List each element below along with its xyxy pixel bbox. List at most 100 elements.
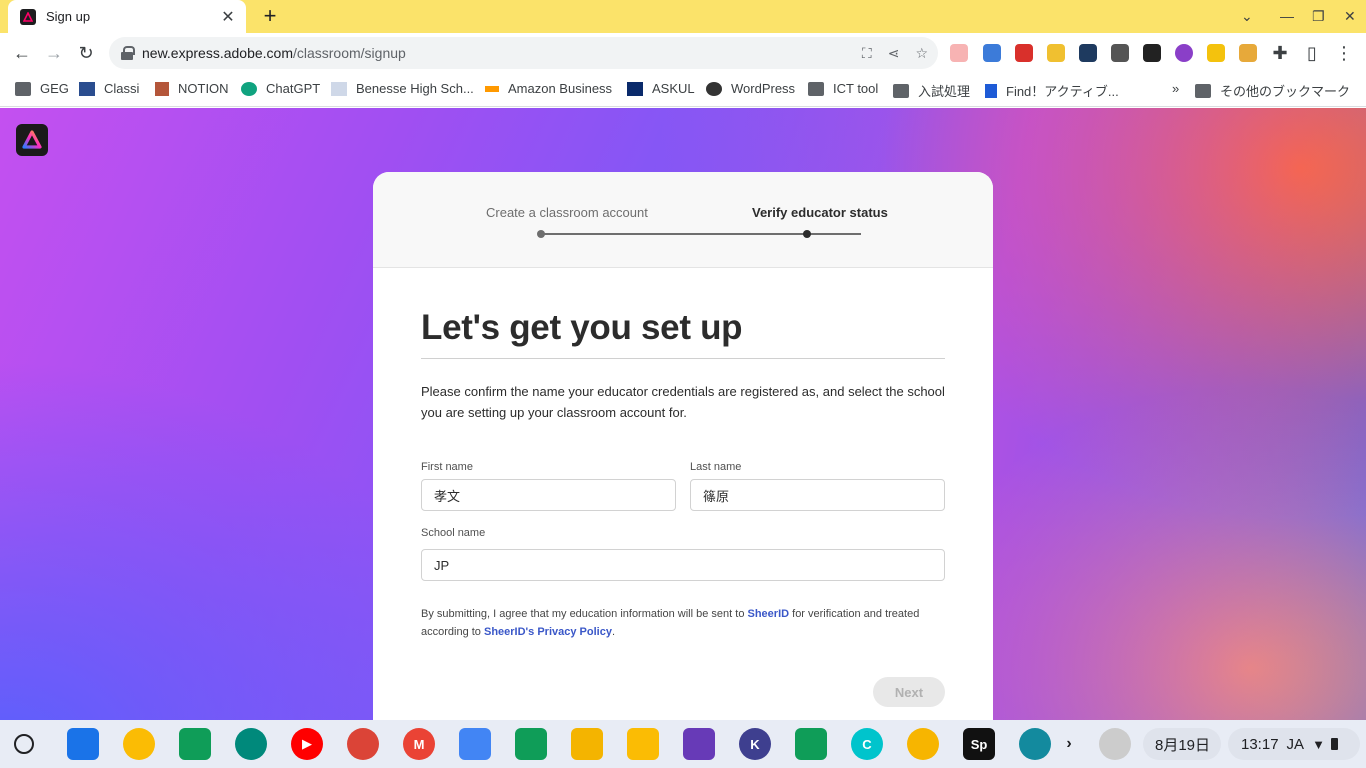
last-name-field[interactable]: 篠原: [690, 479, 945, 511]
bookmark-other[interactable]: その他のブックマーク: [1195, 81, 1350, 100]
google-docs-icon[interactable]: [459, 728, 491, 760]
bookmark-find-active[interactable]: Find！アクティブ...: [985, 81, 1119, 100]
google-chat-icon[interactable]: [795, 728, 827, 760]
extension-6-icon[interactable]: [1111, 44, 1129, 62]
extension-4-icon[interactable]: [1047, 44, 1065, 62]
bookmark-benesse[interactable]: Benesse High Sch...: [331, 81, 474, 96]
window-close-icon[interactable]: ✕: [1344, 8, 1356, 25]
browser-toolbar: ← → ↻ new.express.adobe.com/classroom/si…: [0, 33, 1366, 73]
sheerid-privacy-link[interactable]: SheerID's Privacy Policy: [484, 626, 612, 638]
last-name-label: Last name: [690, 461, 742, 473]
chrome-icon[interactable]: [347, 728, 379, 760]
google-drive-icon[interactable]: [123, 728, 155, 760]
step-2-dot: [803, 230, 811, 238]
google-classroom-icon[interactable]: [179, 728, 211, 760]
gmail-icon[interactable]: M: [403, 728, 435, 760]
menu-kebab-icon[interactable]: ⋮: [1332, 41, 1356, 65]
launcher-icon[interactable]: [14, 734, 34, 754]
lock-icon[interactable]: [121, 46, 135, 60]
os-shelf: ▶ M K C Sp › 8月19日 13:17 JA ▼: [0, 720, 1366, 768]
classi-icon: [79, 81, 95, 96]
google-meet-icon[interactable]: [235, 728, 267, 760]
adobe-express-logo-icon[interactable]: [16, 124, 48, 156]
bookmark-wordpress[interactable]: WordPress: [706, 81, 795, 96]
bookmark-chatgpt[interactable]: ChatGPT: [241, 81, 320, 96]
google-forms-icon[interactable]: [683, 728, 715, 760]
date-pill[interactable]: 8月19日: [1143, 728, 1221, 760]
tab-title: Sign up: [46, 9, 91, 24]
bookmark-amazon-business[interactable]: Amazon Business: [485, 81, 612, 96]
tab-sign-up[interactable]: Sign up ✕: [8, 0, 246, 33]
adobe-express-favicon-icon: [20, 8, 36, 25]
minimize-icon[interactable]: —: [1280, 8, 1294, 24]
jamboard-icon[interactable]: [907, 728, 939, 760]
share-icon[interactable]: ⋖: [888, 45, 900, 62]
bookmark-geg[interactable]: GEG: [15, 81, 69, 96]
shelf-overflow-icon[interactable]: ›: [1059, 728, 1079, 760]
url-host: new.express.adobe.com: [142, 45, 293, 61]
folder-icon: [1195, 83, 1211, 98]
restore-icon[interactable]: ❐: [1312, 8, 1325, 25]
progress-line: [541, 233, 861, 235]
side-panel-icon[interactable]: ▯: [1300, 41, 1324, 65]
reload-icon[interactable]: ↻: [74, 41, 98, 65]
clock-text: 13:17: [1241, 735, 1279, 753]
google-sheets-icon[interactable]: [515, 728, 547, 760]
sheerid-link[interactable]: SheerID: [748, 608, 790, 620]
keep-extension-icon[interactable]: [1207, 44, 1225, 62]
step-create-account: Create a classroom account: [486, 205, 648, 220]
extension-5-icon[interactable]: [1079, 44, 1097, 62]
files-app-icon[interactable]: [67, 728, 99, 760]
kahoot-extension-icon[interactable]: [1175, 44, 1193, 62]
screenshot-thumbnail-icon[interactable]: [1099, 728, 1131, 760]
extension-1-icon[interactable]: [950, 44, 968, 62]
back-icon[interactable]: ←: [10, 41, 34, 65]
bookmark-askul[interactable]: ASKUL: [627, 81, 695, 96]
form-description: Please confirm the name your educator cr…: [421, 384, 945, 420]
youtube-icon[interactable]: ▶: [291, 728, 323, 760]
tab-close-icon[interactable]: ✕: [220, 7, 236, 27]
page-title: Let's get you set up: [421, 308, 945, 359]
legal-notice: By submitting, I agree that my education…: [421, 608, 920, 638]
status-tray[interactable]: 13:17 JA ▼: [1228, 728, 1360, 760]
google-slides-icon[interactable]: [571, 728, 603, 760]
first-name-label: First name: [421, 461, 473, 473]
bookmark-nyushi[interactable]: 入試処理: [893, 81, 970, 100]
benesse-icon: [331, 81, 347, 96]
timer-extension-icon[interactable]: [1239, 44, 1257, 62]
folder-icon: [893, 83, 909, 98]
spark-app-icon[interactable]: Sp: [963, 728, 995, 760]
extension-pen-icon[interactable]: [1015, 44, 1033, 62]
date-text: 8月19日: [1155, 736, 1211, 754]
next-button[interactable]: Next: [873, 677, 945, 707]
canva-icon[interactable]: C: [851, 728, 883, 760]
bookmark-classi[interactable]: Classi: [79, 81, 139, 96]
notion-extension-icon[interactable]: [1143, 44, 1161, 62]
url-path: /classroom/signup: [292, 45, 406, 61]
progress-stepper: Create a classroom account Verify educat…: [373, 172, 993, 268]
bookmark-notion[interactable]: NOTION: [155, 81, 229, 96]
translate-icon[interactable]: ⛶: [862, 45, 872, 62]
step-verify-educator: Verify educator status: [752, 205, 888, 220]
web-app-icon[interactable]: [1019, 728, 1051, 760]
kami-app-icon[interactable]: K: [739, 728, 771, 760]
forward-icon[interactable]: →: [42, 41, 66, 65]
wifi-icon: ▼: [1312, 736, 1325, 752]
extension-2-icon[interactable]: [983, 44, 1001, 62]
bookmarks-overflow-icon[interactable]: »: [1172, 81, 1179, 96]
signup-card: Create a classroom account Verify educat…: [373, 172, 993, 720]
google-keep-icon[interactable]: [627, 728, 659, 760]
address-bar[interactable]: new.express.adobe.com/classroom/signup ⛶…: [109, 37, 938, 69]
bookmark-ict-tool[interactable]: ICT tool: [808, 81, 878, 96]
tab-strip: Sign up ✕ + ⌄ — ❐ ✕: [0, 0, 1366, 33]
find-f-icon: [985, 83, 997, 98]
bookmark-star-icon[interactable]: ☆: [915, 45, 928, 62]
first-name-field[interactable]: 孝文: [421, 479, 676, 511]
battery-icon: [1330, 738, 1338, 750]
tab-search-icon[interactable]: ⌄: [1241, 8, 1253, 25]
amazon-icon: [485, 85, 499, 92]
new-tab-button[interactable]: +: [258, 5, 282, 29]
school-name-field[interactable]: JP: [421, 549, 945, 581]
page-background: Create a classroom account Verify educat…: [0, 108, 1366, 720]
extensions-puzzle-icon[interactable]: ✚: [1268, 41, 1292, 65]
